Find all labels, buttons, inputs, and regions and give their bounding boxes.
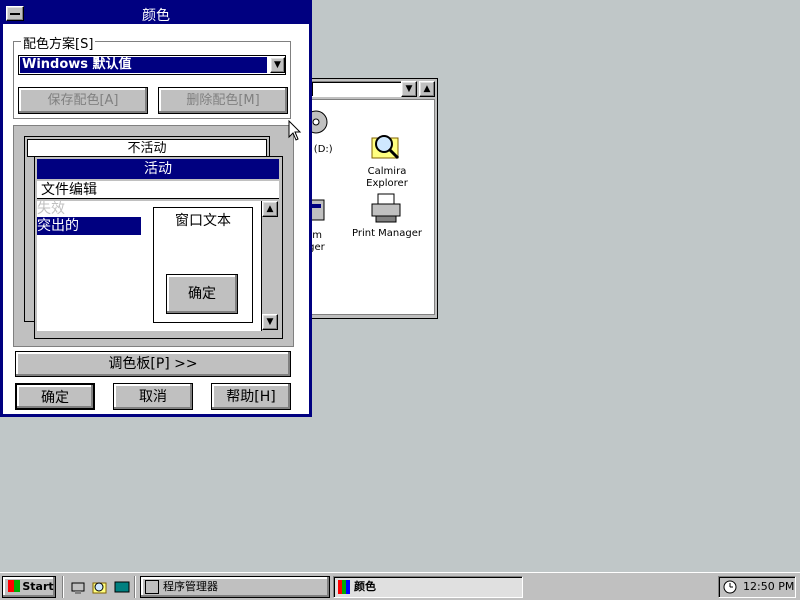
taskbar-separator: [134, 576, 136, 598]
scheme-select[interactable]: Windows 默认值 ▼: [18, 55, 286, 75]
task-label: 程序管理器: [163, 580, 218, 593]
color-dialog: 颜色 配色方案[S] Windows 默认值 ▼ 保存配色[A] 删除配色[M]…: [0, 0, 312, 417]
explorer-icon-label[interactable]: Print Manager: [346, 228, 428, 240]
explorer-window: ▼ ▲ M (D:) Calmira Explorer ram ager: [300, 78, 438, 319]
windows-logo-icon: [8, 580, 21, 592]
active-title: 活动: [37, 159, 279, 179]
explorer-content: M (D:) Calmira Explorer ram ager Print M…: [301, 99, 435, 315]
taskbar: Start 程序管理器 颜色 12:50 PM: [0, 572, 800, 600]
clock-time[interactable]: 12:50 PM: [743, 580, 794, 593]
preview-scrollbar: ▲ ▼: [261, 201, 278, 331]
color-palette-icon: [338, 580, 350, 594]
scroll-down-icon: ▼: [262, 314, 278, 330]
start-button[interactable]: Start: [2, 576, 56, 598]
dropdown-arrow-icon[interactable]: ▼: [401, 81, 417, 97]
network-icon[interactable]: [70, 579, 86, 595]
save-scheme-button[interactable]: 保存配色[A]: [18, 87, 148, 114]
inactive-title: 不活动: [27, 139, 267, 157]
explorer-address-field[interactable]: [311, 81, 411, 97]
scheme-group-label: 配色方案[S]: [21, 33, 96, 52]
task-color[interactable]: 颜色: [333, 576, 523, 598]
scheme-selected-value: Windows 默认值: [20, 57, 267, 73]
title-bar[interactable]: 颜色: [3, 3, 309, 24]
preview-client-area: 失效 突出的 窗口文本 确定: [37, 201, 261, 331]
mouse-cursor-icon: [288, 119, 304, 142]
ok-button[interactable]: 确定: [15, 383, 95, 410]
preview-active-window: 活动 文件编辑 失效 突出的 窗口文本 确定 ▲ ▼: [34, 156, 283, 339]
help-button[interactable]: 帮助[H]: [211, 383, 291, 410]
message-box: 窗口文本 确定: [153, 207, 253, 323]
program-manager-icon: [145, 580, 159, 594]
explorer-icon[interactable]: [92, 579, 108, 595]
chevron-down-icon[interactable]: ▼: [270, 57, 285, 73]
magnifier-folder-icon[interactable]: [370, 130, 402, 162]
explorer-icon-label[interactable]: Calmira Explorer: [354, 166, 420, 190]
scroll-up-icon: ▲: [262, 201, 278, 217]
taskbar-separator: [62, 576, 64, 598]
system-tray: 12:50 PM: [718, 576, 796, 598]
window-text: 窗口文本: [175, 213, 231, 229]
printer-icon[interactable]: [370, 192, 402, 224]
desktop-icon[interactable]: [114, 579, 130, 595]
clock-icon[interactable]: [723, 580, 737, 594]
preview-area[interactable]: 不活动 活动 文件编辑 失效 突出的 窗口文本 确定 ▲ ▼: [13, 125, 294, 347]
disabled-text: 失效: [37, 201, 65, 217]
scroll-up-icon[interactable]: ▲: [419, 81, 435, 97]
cd-drive-icon[interactable]: [304, 108, 336, 136]
start-label: Start: [22, 580, 54, 593]
cancel-button[interactable]: 取消: [113, 383, 193, 410]
palette-button[interactable]: 调色板[P] >>: [15, 351, 291, 377]
delete-scheme-button[interactable]: 删除配色[M]: [158, 87, 288, 114]
menu-text: 文件编辑: [37, 181, 279, 199]
system-menu-icon[interactable]: [6, 6, 24, 21]
task-label: 颜色: [354, 580, 376, 593]
task-program-manager[interactable]: 程序管理器: [140, 576, 330, 598]
preview-ok-button: 确定: [166, 274, 238, 314]
highlighted-text: 突出的: [37, 217, 141, 235]
window-title: 颜色: [142, 8, 170, 24]
